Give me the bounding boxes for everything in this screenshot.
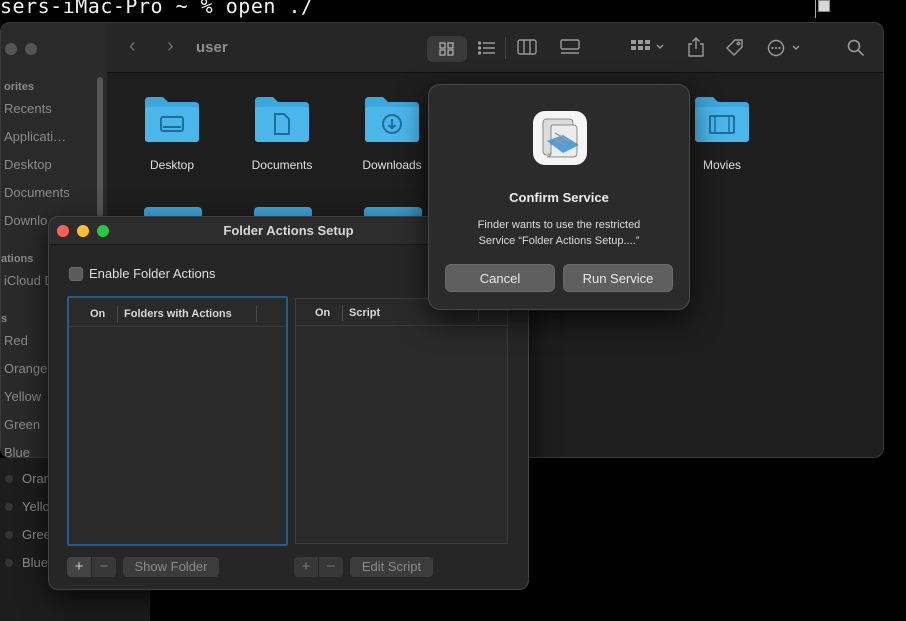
terminal-prompt: sers-iMac-Pro ~ % open ./ <box>0 0 314 18</box>
sidebar-tag-orange-2[interactable]: Oran <box>22 471 51 486</box>
scripts-table[interactable]: On Script <box>295 298 508 544</box>
gallery-view-icon[interactable] <box>559 39 581 55</box>
sidebar-tag-green[interactable]: Green <box>4 417 40 432</box>
tag-dot-icon <box>5 531 13 539</box>
tag-dot-icon <box>5 503 13 511</box>
list-view-icon[interactable] <box>478 40 496 56</box>
dialog-message-line1: Finder wants to use the restricted <box>477 219 641 231</box>
script-app-icon <box>533 111 587 165</box>
enable-folder-actions-label: Enable Folder Actions <box>89 266 216 281</box>
more-actions-icon[interactable] <box>767 39 803 57</box>
folder-documents[interactable]: Documents <box>227 95 337 172</box>
icon-view-button[interactable] <box>427 36 467 62</box>
enable-folder-actions-checkbox[interactable] <box>69 267 83 281</box>
sidebar-tag-blue[interactable]: Blue <box>4 445 30 457</box>
window-title: user <box>196 39 228 56</box>
movies-folder-icon <box>695 97 749 142</box>
show-folder-button[interactable]: Show Folder <box>123 557 219 577</box>
share-icon[interactable] <box>687 37 705 57</box>
downloads-folder-icon <box>365 97 419 142</box>
tags-heading: s <box>1 313 8 325</box>
sidebar-item-desktop[interactable]: Desktop <box>4 157 52 172</box>
tag-dot-icon <box>5 559 13 567</box>
favorites-heading: orites <box>4 81 34 93</box>
sidebar-tag-orange[interactable]: Orange <box>4 361 47 376</box>
sidebar-tag-green-2[interactable]: Gree <box>22 527 51 542</box>
sidebar-tag-blue-2[interactable]: Blue <box>22 555 48 570</box>
back-icon[interactable]: ‹ <box>129 35 136 58</box>
group-by-icon[interactable] <box>631 40 667 56</box>
terminal-scrollbar[interactable] <box>810 0 816 18</box>
remove-script-button[interactable]: − <box>319 557 343 577</box>
forward-icon[interactable]: › <box>167 35 174 58</box>
search-icon[interactable] <box>847 39 865 57</box>
folder-label: Desktop <box>149 158 195 172</box>
finder-toolbar: ‹ › user <box>107 23 883 73</box>
sidebar-tag-yellow[interactable]: Yellow <box>4 389 41 404</box>
close-button[interactable] <box>5 43 17 55</box>
desktop-folder-icon <box>145 97 199 142</box>
edit-script-button[interactable]: Edit Script <box>350 557 433 577</box>
column-header-on[interactable]: On <box>315 307 330 319</box>
minimize-button[interactable] <box>25 43 37 55</box>
locations-heading: ations <box>1 253 34 265</box>
grid-icon <box>439 42 454 56</box>
sidebar-item-icloud[interactable]: iCloud D <box>4 273 54 288</box>
documents-folder-icon <box>255 97 309 142</box>
sidebar-tag-red[interactable]: Red <box>4 333 28 348</box>
folders-table[interactable]: On Folders with Actions <box>67 296 288 546</box>
run-service-button[interactable]: Run Service <box>563 264 673 292</box>
add-folder-button[interactable]: + <box>67 557 91 577</box>
folder-desktop[interactable]: Desktop <box>117 95 227 172</box>
dialog-title: Confirm Service <box>509 190 609 205</box>
column-header-folders[interactable]: Folders with Actions <box>124 308 232 320</box>
sidebar-item-recents[interactable]: Recents <box>4 101 52 116</box>
terminal-scroll-button[interactable] <box>818 0 830 12</box>
confirm-service-dialog: Confirm Service Finder wants to use the … <box>428 84 690 310</box>
remove-folder-button[interactable]: − <box>92 557 116 577</box>
cancel-button[interactable]: Cancel <box>445 264 555 292</box>
column-header-on[interactable]: On <box>90 308 105 320</box>
folder-label: Documents <box>251 158 313 172</box>
tag-icon[interactable] <box>725 38 745 58</box>
sidebar-scrollbar[interactable] <box>97 77 103 217</box>
sidebar-item-documents[interactable]: Documents <box>4 185 70 200</box>
dialog-message-line2: Service “Folder Actions Setup....” <box>478 235 640 247</box>
add-script-button[interactable]: + <box>294 557 318 577</box>
column-view-icon[interactable] <box>517 39 537 55</box>
tag-dot-icon <box>5 475 13 483</box>
sidebar-tag-yellow-2[interactable]: Yello <box>22 499 50 514</box>
column-header-script[interactable]: Script <box>349 307 380 319</box>
sidebar-item-applications[interactable]: Applicati… <box>4 129 66 144</box>
